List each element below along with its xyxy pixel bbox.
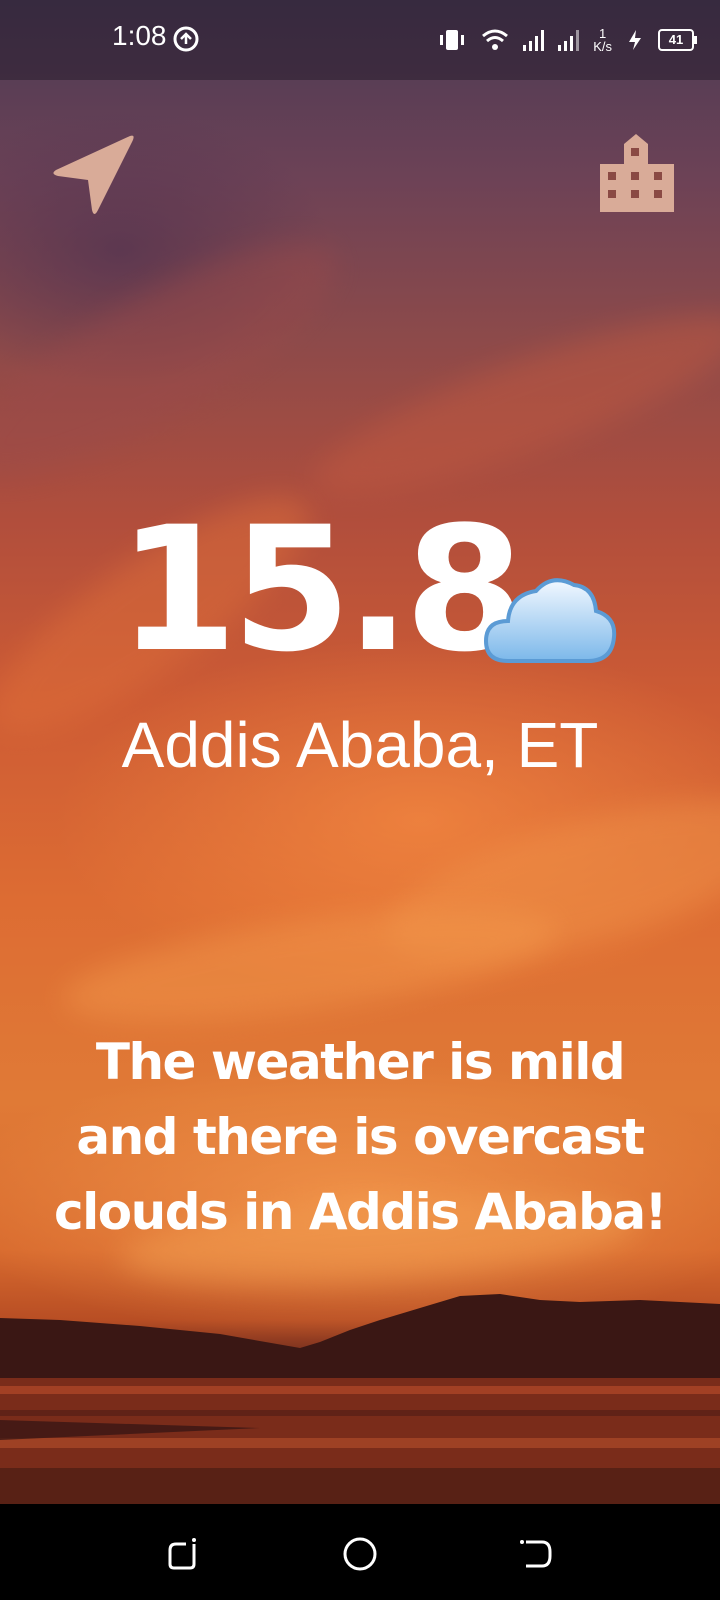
battery-indicator: 41 [658,29,697,51]
back-button[interactable] [516,1534,556,1574]
cloud-streak [0,203,362,517]
charging-icon [629,30,641,50]
system-navigation-bar [0,1504,720,1600]
weather-screen: 1:08 1 K/s 41 15.8 Addis Ababa, ET The w… [0,0,720,1504]
cloud-icon [483,578,617,663]
city-building-icon[interactable] [598,134,678,214]
cloud-streak [56,885,564,1045]
recent-apps-button[interactable] [164,1534,204,1574]
network-speed: 1 K/s [593,27,612,53]
network-speed-unit: K/s [593,39,612,54]
status-icons: 1 K/s 41 [437,24,697,56]
home-button[interactable] [340,1534,380,1574]
weather-message: The weather is mild and there is overcas… [54,1033,667,1241]
vibrate-icon [440,30,465,50]
data-saver-icon [173,26,199,52]
navigation-arrow-icon[interactable] [50,134,134,218]
city-name: Addis Ababa, ET [121,709,599,781]
horizon-silhouette [0,1294,720,1504]
status-time: 1:08 [112,20,167,51]
status-bar: 1:08 1 K/s 41 [0,0,720,80]
temperature-row: 15.8 [0,489,720,690]
wifi-icon [482,29,509,50]
signal-strength-icon [558,29,580,51]
signal-strength-icon [523,29,545,51]
temperature-value: 15.8 [118,489,524,690]
